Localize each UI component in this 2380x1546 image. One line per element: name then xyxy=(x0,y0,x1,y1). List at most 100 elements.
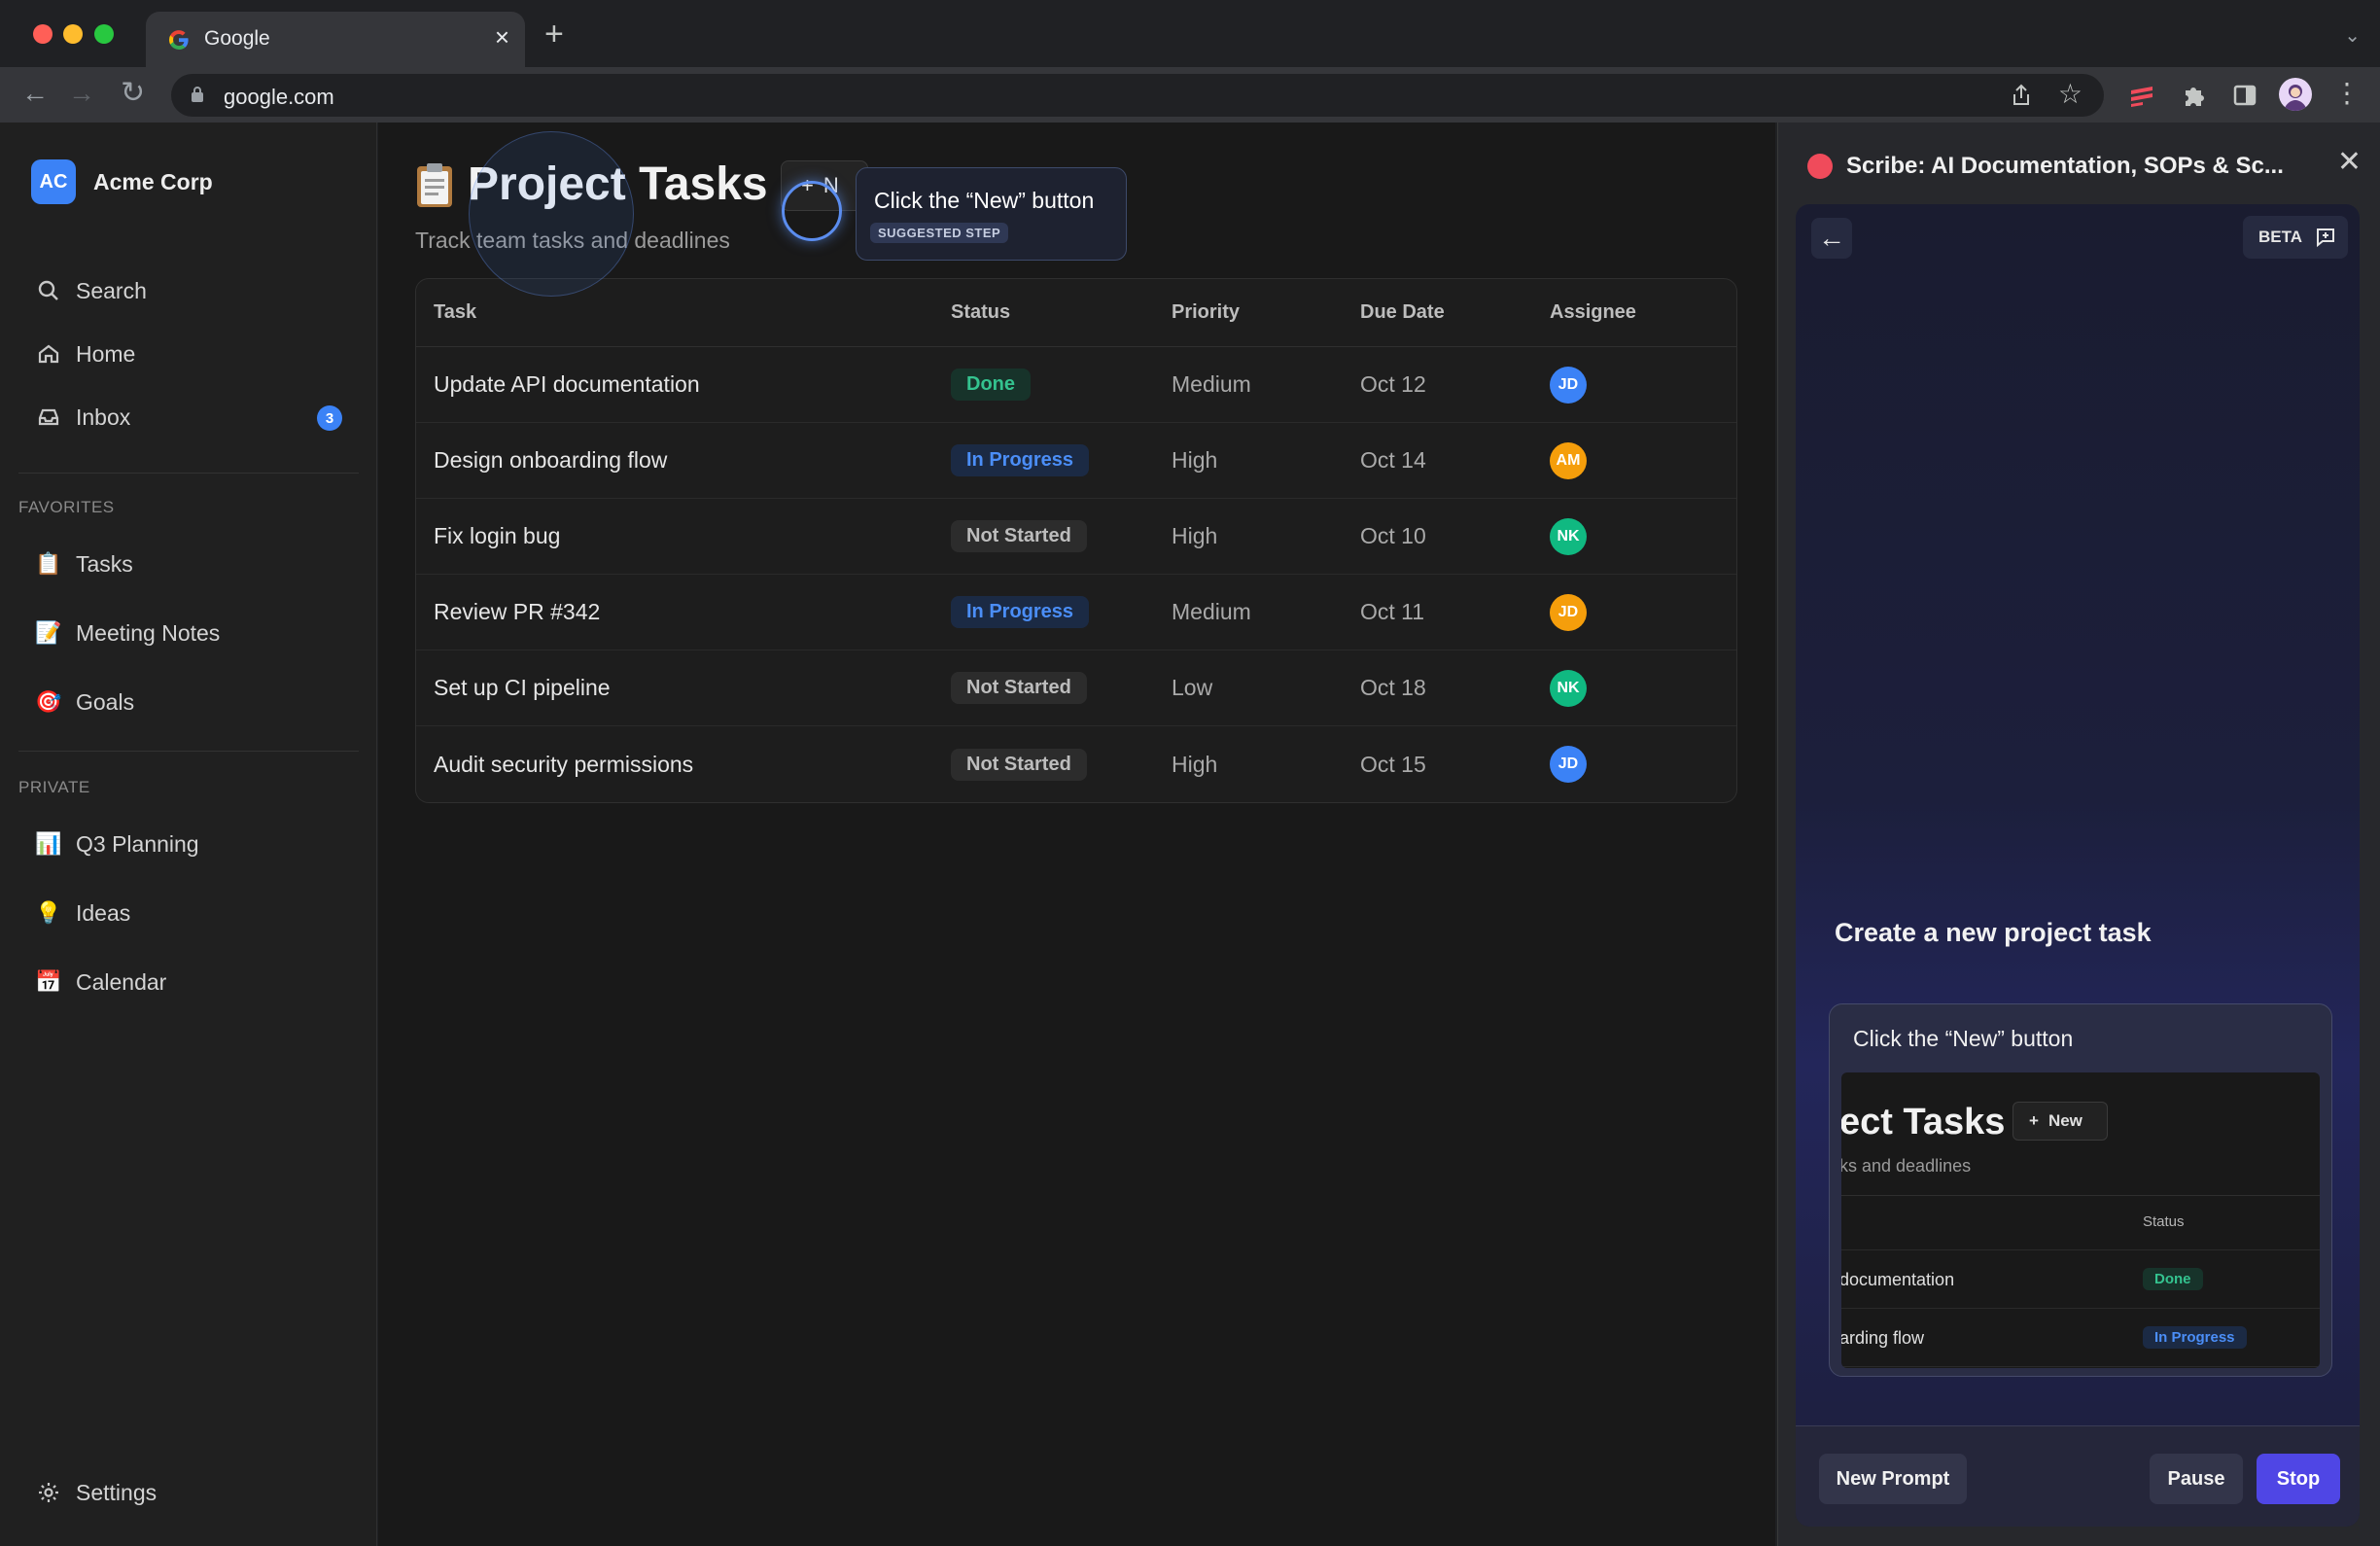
forward-arrow-icon[interactable]: → xyxy=(68,79,95,108)
due-date-cell[interactable]: Oct 11 xyxy=(1360,599,1550,625)
table-row[interactable]: Design onboarding flow In Progress High Oct… xyxy=(416,423,1736,499)
new-tab-button[interactable]: + xyxy=(544,18,564,51)
status-badge[interactable]: Not Started xyxy=(951,520,1087,552)
new-prompt-button[interactable]: New Prompt xyxy=(1819,1454,1967,1504)
sidebar-item-label: Ideas xyxy=(76,899,131,926)
column-header-due-date[interactable]: Due Date xyxy=(1360,301,1550,324)
assignee-cell: NK xyxy=(1550,517,1734,555)
due-date-cell[interactable]: Oct 18 xyxy=(1360,675,1550,701)
address-bar[interactable]: google.com ☆ xyxy=(171,74,2104,117)
table-row[interactable]: Review PR #342 In Progress Medium Oct 11 JD xyxy=(416,575,1736,650)
tab-search-chevron-icon[interactable]: ⌄ xyxy=(2344,23,2361,48)
preview-status-header: Status xyxy=(2143,1213,2185,1230)
back-arrow-icon[interactable]: ← xyxy=(21,79,49,108)
due-date-cell[interactable]: Oct 15 xyxy=(1360,752,1550,778)
due-date-cell[interactable]: Oct 10 xyxy=(1360,523,1550,549)
browser-tab[interactable]: Google × xyxy=(146,12,525,67)
sidebar-item-goals[interactable]: 🎯 Goals xyxy=(19,677,358,727)
back-arrow-icon[interactable]: ← xyxy=(1811,218,1852,259)
preview-row: documentation Done xyxy=(1841,1250,2320,1309)
column-header-status[interactable]: Status xyxy=(951,301,1172,324)
sidebar-item-calendar[interactable]: 📅 Calendar xyxy=(19,957,358,1007)
table-row[interactable]: Set up CI pipeline Not Started Low Oct 18 NK xyxy=(416,650,1736,726)
sidebar-item-label: Search xyxy=(76,277,147,303)
step-card[interactable]: Click the “New” button ect Tasks + New k… xyxy=(1829,1003,2332,1377)
beta-feedback-button[interactable]: BETA xyxy=(2243,216,2348,259)
assignee-cell: NK xyxy=(1550,669,1734,707)
workspace-switcher[interactable]: AC Acme Corp xyxy=(31,159,213,204)
task-name[interactable]: Set up CI pipeline xyxy=(416,675,951,701)
step-title: Click the “New” button xyxy=(1853,1026,2074,1051)
sidebar-item-settings[interactable]: Settings xyxy=(19,1467,358,1518)
priority-cell[interactable]: High xyxy=(1172,523,1360,549)
sidebar-item-home[interactable]: Home xyxy=(19,329,358,379)
status-badge[interactable]: In Progress xyxy=(951,596,1090,628)
avatar[interactable]: NK xyxy=(1550,517,1587,555)
url-text[interactable]: google.com xyxy=(224,85,334,110)
sidebar-item-inbox[interactable]: Inbox 3 xyxy=(19,392,358,442)
stop-button[interactable]: Stop xyxy=(2257,1454,2340,1504)
preview-status-pill: In Progress xyxy=(2143,1326,2247,1349)
task-name[interactable]: Review PR #342 xyxy=(416,599,951,625)
avatar[interactable]: AM xyxy=(1550,441,1587,479)
avatar[interactable]: JD xyxy=(1550,593,1587,631)
status-badge[interactable]: Done xyxy=(951,369,1031,401)
task-name[interactable]: Update API documentation xyxy=(416,371,951,398)
scribe-guide-card: ← BETA Create a new project task Click t… xyxy=(1796,204,2360,1527)
table-row[interactable]: Update API documentation Done Medium Oct 12… xyxy=(416,347,1736,423)
home-icon xyxy=(35,340,62,368)
scribe-extension-icon[interactable] xyxy=(2127,81,2156,110)
due-date-cell[interactable]: Oct 12 xyxy=(1360,371,1550,398)
window-close-button[interactable] xyxy=(33,24,52,44)
sidebar-item-meeting-notes[interactable]: 📝 Meeting Notes xyxy=(19,608,358,658)
profile-avatar[interactable] xyxy=(2279,78,2312,111)
memo-icon: 📝 xyxy=(35,620,62,646)
profile-person-icon xyxy=(2284,85,2307,111)
priority-cell[interactable]: Low xyxy=(1172,675,1360,701)
scribe-logo-icon xyxy=(1807,154,1833,179)
priority-cell[interactable]: Medium xyxy=(1172,371,1360,398)
status-badge[interactable]: Not Started xyxy=(951,748,1087,781)
pause-button[interactable]: Pause xyxy=(2150,1454,2243,1504)
column-header-task[interactable]: Task xyxy=(416,301,951,324)
preview-row: arding flow In Progress xyxy=(1841,1309,2320,1367)
table-row[interactable]: Audit security permissions Not Started Hig… xyxy=(416,726,1736,802)
browser-menu-icon[interactable]: ⋮ xyxy=(2333,79,2361,108)
sidebar-item-ideas[interactable]: 💡 Ideas xyxy=(19,888,358,938)
side-panel-icon[interactable] xyxy=(2230,81,2259,110)
bookmark-star-icon[interactable]: ☆ xyxy=(2058,80,2082,109)
status-cell: Not Started xyxy=(951,748,1172,781)
sidebar-item-label: Settings xyxy=(76,1479,158,1505)
sidebar-item-q3-planning[interactable]: 📊 Q3 Planning xyxy=(19,819,358,869)
priority-cell[interactable]: High xyxy=(1172,447,1360,474)
reload-icon[interactable]: ↻ xyxy=(121,79,145,108)
feedback-icon xyxy=(2317,228,2334,248)
avatar[interactable]: JD xyxy=(1550,746,1587,783)
tooltip-text: Click the “New” button xyxy=(874,188,1095,213)
beta-label: BETA xyxy=(2258,228,2303,246)
priority-cell[interactable]: High xyxy=(1172,752,1360,778)
window-minimize-button[interactable] xyxy=(63,24,83,44)
task-name[interactable]: Fix login bug xyxy=(416,523,951,549)
column-header-assignee[interactable]: Assignee xyxy=(1550,301,1734,324)
window-zoom-button[interactable] xyxy=(94,24,114,44)
plus-icon: + xyxy=(2029,1111,2039,1130)
status-badge[interactable]: Not Started xyxy=(951,672,1087,704)
guide-heading: Create a new project task xyxy=(1835,918,2152,947)
sidebar-item-tasks[interactable]: 📋 Tasks xyxy=(19,539,358,589)
status-badge[interactable]: In Progress xyxy=(951,444,1090,476)
extensions-puzzle-icon[interactable] xyxy=(2180,81,2209,110)
table-row[interactable]: Fix login bug Not Started High Oct 10 NK xyxy=(416,499,1736,575)
target-icon: 🎯 xyxy=(35,689,62,715)
sidebar-item-search[interactable]: Search xyxy=(19,265,358,316)
share-icon[interactable] xyxy=(2011,84,2032,107)
close-icon[interactable]: ✕ xyxy=(2337,148,2362,177)
tab-close-icon[interactable]: × xyxy=(495,24,509,50)
task-name[interactable]: Audit security permissions xyxy=(416,752,951,778)
task-name[interactable]: Design onboarding flow xyxy=(416,447,951,474)
column-header-priority[interactable]: Priority xyxy=(1172,301,1360,324)
priority-cell[interactable]: Medium xyxy=(1172,599,1360,625)
avatar[interactable]: NK xyxy=(1550,669,1587,707)
due-date-cell[interactable]: Oct 14 xyxy=(1360,447,1550,474)
avatar[interactable]: JD xyxy=(1550,366,1587,404)
